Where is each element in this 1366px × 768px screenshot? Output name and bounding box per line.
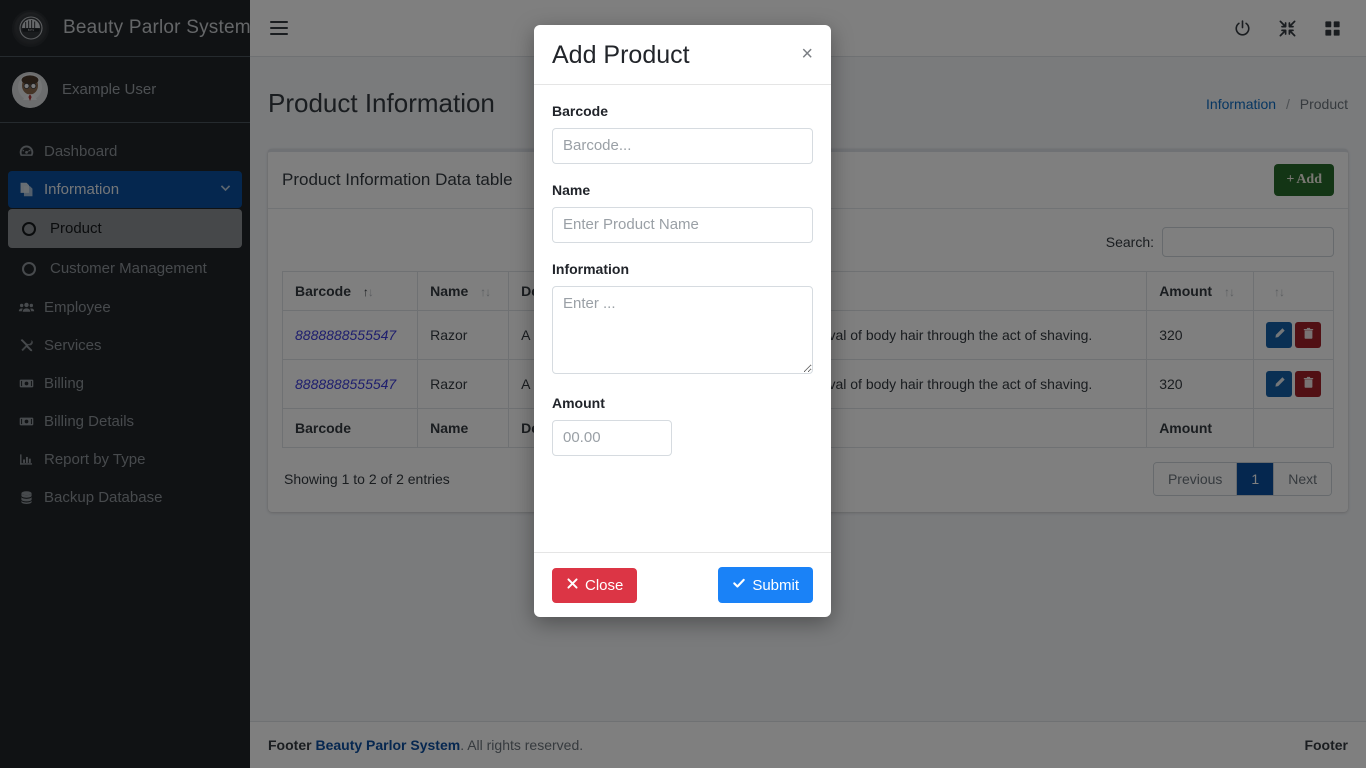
modal-footer: Close Submit <box>534 552 831 617</box>
name-label: Name <box>552 181 591 198</box>
close-x-icon[interactable]: × <box>801 42 813 64</box>
product-name-input[interactable] <box>552 206 813 243</box>
barcode-label: Barcode <box>552 102 609 119</box>
close-button-label: Close <box>585 576 624 594</box>
modal-title: Add Product <box>552 41 690 69</box>
modal-header: Add Product × <box>534 25 831 85</box>
information-textarea[interactable] <box>552 285 813 374</box>
amount-input[interactable] <box>552 419 672 456</box>
amount-label: Amount <box>552 394 605 411</box>
add-product-modal: Add Product × Barcode Name Information A… <box>534 25 831 617</box>
check-icon <box>732 576 746 594</box>
submit-button-label: Submit <box>752 576 799 594</box>
app-root: B.P.S Beauty Parlor System Exa <box>0 0 1366 768</box>
barcode-input[interactable] <box>552 127 813 164</box>
close-button[interactable]: Close <box>552 567 638 603</box>
submit-button[interactable]: Submit <box>718 567 813 603</box>
modal-body: Barcode Name Information Amount <box>534 85 831 553</box>
times-icon <box>566 577 579 594</box>
information-label: Information <box>552 260 629 277</box>
